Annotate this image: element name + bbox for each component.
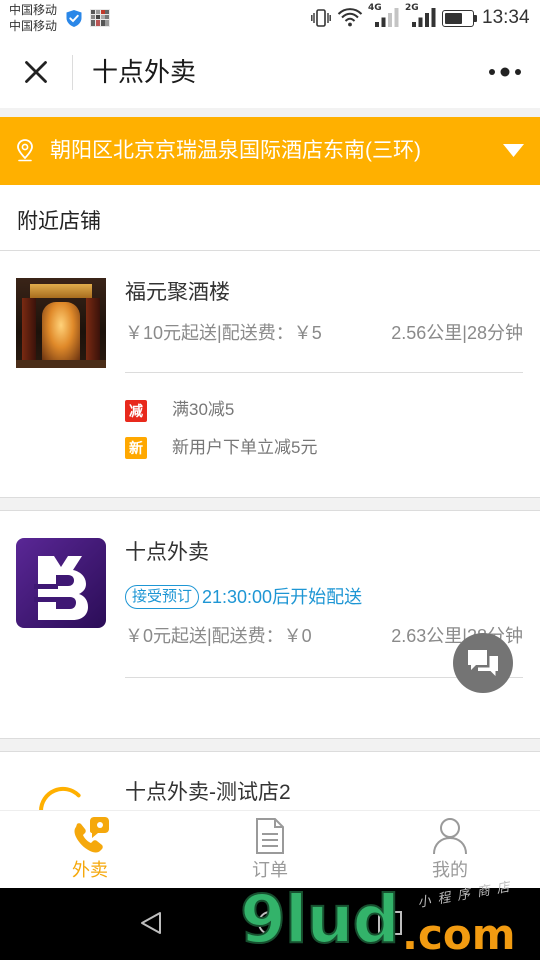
tab-label: 外卖 [72,860,108,880]
sim2-signal: 2G [404,3,436,29]
wifi-icon [337,8,363,27]
nearby-stores-header: 附近店铺 [0,185,540,251]
more-button[interactable] [486,60,526,84]
photo-doorway [42,302,80,360]
address-selector[interactable]: 朝阳区北京京瑞温泉国际酒店东南(三环) [0,117,540,185]
photo-pillar [86,298,100,362]
order-document-icon [256,818,284,854]
title-bar: 十点外卖 [0,36,540,108]
photo-ground [16,360,106,368]
takeout-phone-icon [74,817,109,853]
watermark-domain: .com [402,910,516,959]
battery-icon [442,10,474,27]
page-title: 十点外卖 [92,57,197,87]
notification-app-icon [90,9,110,27]
back-icon[interactable] [138,910,164,936]
carrier-2: 中国移动 [9,19,58,33]
security-shield-icon [66,10,82,27]
store-logo [16,538,106,628]
store-delivery-info: ￥10元起送|配送费：￥5 [125,323,322,343]
status-bar: 中国移动 中国移动 4G 2G 13:34 [0,0,540,36]
sim1-signal: 4G [367,3,399,29]
store-name: 福元聚酒楼 [125,281,230,304]
delivery-schedule: 21:30:00后开始配送 [202,587,363,607]
address-text: 朝阳区北京京瑞温泉国际酒店东南(三环) [50,139,421,162]
store-distance-time: 2.56公里|28分钟 [391,323,523,343]
header-spacer [0,108,540,117]
tab-takeout[interactable]: 外卖 [0,811,180,889]
tab-label: 我的 [432,860,468,880]
vibrate-icon [311,9,331,27]
section-title: 附近店铺 [17,210,101,233]
store-name: 十点外卖 [125,541,209,564]
photo-signboard [30,284,92,298]
battery-nub [474,15,477,22]
store-delivery-info: ￥0元起送|配送费：￥0 [125,626,312,646]
promo-text: 新用户下单立减5元 [172,438,318,457]
clock: 13:34 [482,7,530,28]
signal-icon [412,8,436,27]
card-gap [0,498,540,510]
chat-float-button[interactable] [453,633,513,693]
carrier-1: 中国移动 [9,3,58,17]
store-photo [16,278,106,368]
battery-fill [445,13,462,24]
card-divider [125,372,523,373]
bottom-tab-bar: 外卖 订单 我的 [0,810,540,888]
tab-orders[interactable]: 订单 [180,811,360,889]
preorder-tag: 接受预订 [125,585,200,609]
tab-profile[interactable]: 我的 [360,811,540,889]
more-dots-icon [489,67,521,77]
store-card[interactable]: 福元聚酒楼 ￥10元起送|配送费：￥5 2.56公里|28分钟 减 满30减5 … [0,251,540,498]
location-pin-icon [17,139,33,162]
tab-label: 订单 [252,860,288,880]
dropdown-triangle-icon [503,144,524,157]
store-card[interactable]: 十点外卖 接受预订 21:30:00后开始配送 ￥0元起送|配送费：￥0 2.6… [0,510,540,739]
promo-text: 满30减5 [172,400,235,419]
card-gap [0,739,540,751]
title-divider [72,55,73,90]
watermark-brand: 9lud [239,881,401,958]
store-name: 十点外卖-测试店2 [125,781,291,804]
app-screen: 中国移动 中国移动 4G 2G 13:34 十点外卖 朝阳区北京京瑞温泉国际酒店… [0,0,540,960]
photo-pillar [22,298,36,362]
profile-person-icon [433,818,467,855]
chat-bubbles-icon [468,650,498,676]
promo-badge-new-user: 新 [125,437,147,459]
promo-badge-discount: 减 [125,400,147,422]
close-icon [25,61,47,83]
close-button[interactable] [18,54,54,90]
signal-icon [375,8,399,27]
